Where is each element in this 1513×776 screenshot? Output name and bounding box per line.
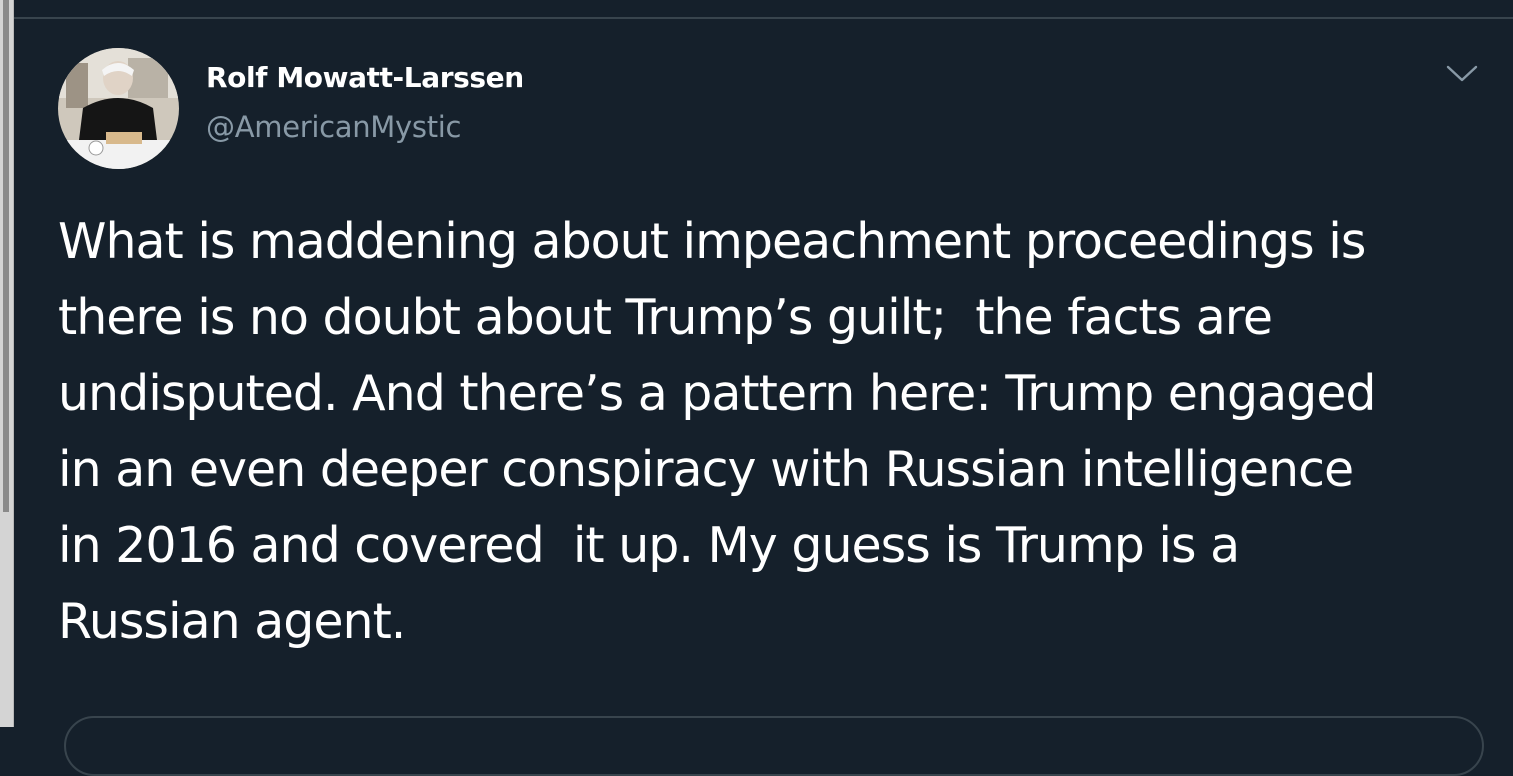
author-name[interactable]: Rolf Mowatt-Larssen [206, 61, 524, 94]
avatar-photo [58, 48, 179, 169]
scrollbar-thumb[interactable] [3, 0, 9, 512]
reply-box[interactable] [64, 716, 1484, 776]
avatar[interactable] [58, 48, 179, 169]
author-handle[interactable]: @AmericanMystic [206, 110, 461, 144]
chevron-down-icon[interactable] [1442, 59, 1482, 89]
window-scrollbar[interactable] [0, 0, 14, 727]
tweet-text: What is maddening about impeachment proc… [58, 213, 1376, 650]
tweet-card: Rolf Mowatt-Larssen @AmericanMystic What… [14, 19, 1499, 776]
